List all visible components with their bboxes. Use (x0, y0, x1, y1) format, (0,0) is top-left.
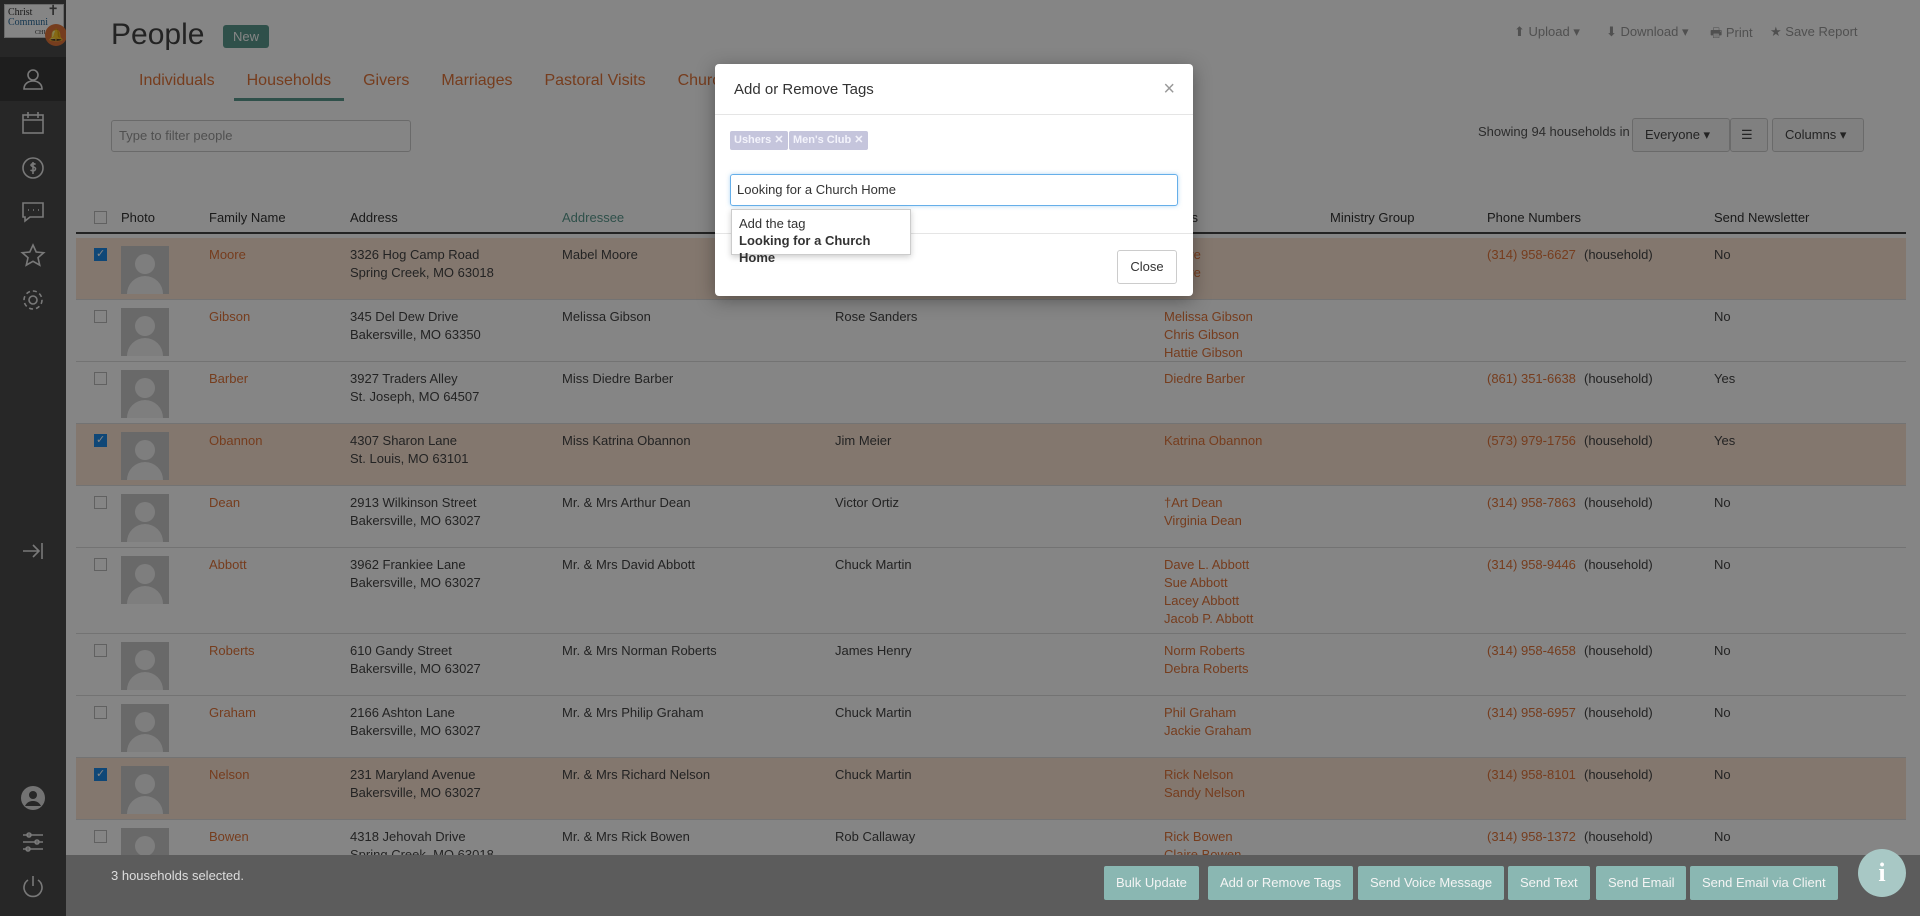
suggestion-prefix: Add the tag (739, 216, 806, 231)
send-email-via-client-button[interactable]: Send Email via Client (1690, 866, 1838, 900)
remove-tag-icon[interactable]: ✕ (854, 134, 863, 146)
tags-modal: Add or Remove Tags × Ushers ✕ Men's Club… (715, 64, 1193, 296)
tag-label: Ushers (734, 134, 772, 146)
tag-ushers: Ushers ✕ (730, 131, 788, 150)
selection-count: 3 households selected. (111, 868, 244, 883)
send-text-button[interactable]: Send Text (1508, 866, 1590, 900)
info-icon[interactable]: i (1858, 849, 1906, 897)
remove-tag-icon[interactable]: ✕ (774, 134, 783, 146)
close-icon[interactable]: × (1163, 78, 1175, 101)
add-remove-tags-button[interactable]: Add or Remove Tags (1208, 866, 1354, 900)
tag-input[interactable]: Looking for a Church Home (730, 174, 1178, 206)
suggestion-tag-name: Looking for a Church Home (739, 233, 871, 265)
close-button[interactable]: Close (1117, 250, 1177, 284)
modal-title: Add or Remove Tags (715, 64, 1193, 115)
tag-suggestion[interactable]: Add the tag Looking for a Church Home (731, 209, 911, 265)
send-voice-message-button[interactable]: Send Voice Message (1358, 866, 1505, 900)
footer-bar: 3 households selected. Bulk Update Add o… (66, 855, 1920, 916)
bulk-update-button[interactable]: Bulk Update (1104, 866, 1199, 900)
tag-label: Men's Club (793, 134, 852, 146)
tag-mens-club: Men's Club ✕ (789, 131, 868, 150)
send-email-button[interactable]: Send Email (1596, 866, 1687, 900)
